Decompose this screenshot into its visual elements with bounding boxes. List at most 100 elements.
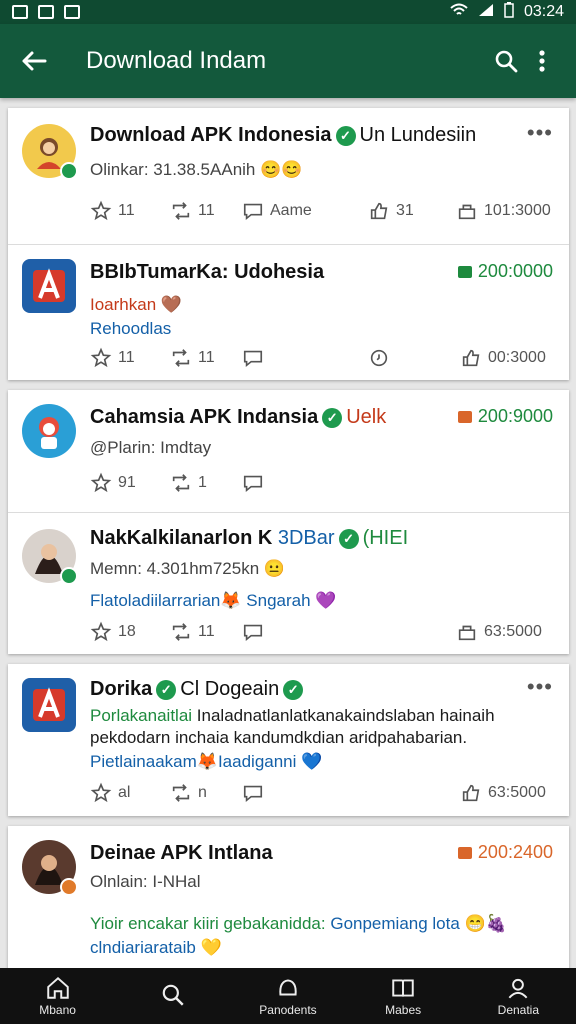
back-arrow-icon[interactable] (16, 43, 52, 79)
post-author-extra: 3DBar (277, 527, 335, 549)
post-author-name: NakKalkilanarlon K (90, 527, 273, 549)
repost-icon (172, 784, 190, 802)
nav-panodents[interactable]: Panodents (233, 975, 343, 1017)
history-button[interactable] (368, 347, 390, 369)
star-count: 11 (118, 349, 135, 366)
verified-badge-icon (60, 567, 78, 585)
like-button[interactable]: 31 (368, 200, 414, 222)
comment-button[interactable] (242, 347, 264, 369)
post-line: Ioarhkan (90, 295, 157, 314)
post-item[interactable]: Dorika ✓ Cl Dogeain ✓ ••• Porlakanaitlai In… (8, 664, 569, 816)
repost-button[interactable]: 11 (170, 621, 215, 643)
comment-icon (243, 350, 263, 368)
price-label: 200:0000 (477, 261, 553, 281)
nav-profile[interactable]: Denatia (463, 975, 573, 1017)
profile-icon (508, 978, 528, 999)
post-item[interactable]: Deinae APK Intlana 200:2400 Olnlain: I-N… (8, 826, 569, 968)
post-line-2: Gonpemiang lota (330, 914, 460, 933)
book-icon (392, 979, 414, 997)
price-label: 200:2400 (477, 842, 553, 862)
post-author-name: Download APK Indonesia (90, 124, 332, 146)
post-author-extra: Uelk (346, 406, 387, 428)
verified-check-icon: ✓ (283, 679, 304, 700)
emoji-icon: 🦊 (220, 591, 242, 610)
like-button[interactable]: 00:3000 (460, 347, 546, 369)
star-button[interactable]: 91 (90, 472, 136, 494)
star-count: 11 (118, 202, 135, 219)
verified-badge-icon (60, 162, 78, 180)
verified-check-icon: ✓ (335, 125, 356, 146)
post-actions: al n 63:5000 (90, 782, 550, 808)
star-button[interactable]: al (90, 782, 130, 804)
avatar[interactable] (22, 124, 78, 180)
emoji-icon: 😊😊 (260, 160, 303, 179)
overflow-menu-icon[interactable] (524, 43, 560, 79)
star-button[interactable]: 11 (90, 347, 135, 369)
app-icon-avatar[interactable] (22, 259, 76, 313)
share-icon (458, 204, 476, 220)
post-author-extra: Un Lundesiin (359, 124, 477, 146)
emoji-icon: 😁🍇 (464, 914, 507, 933)
star-icon (90, 782, 112, 803)
repost-button[interactable]: n (170, 782, 207, 804)
share-button[interactable]: 101:3000 (456, 200, 551, 222)
like-button[interactable]: 63:5000 (460, 782, 546, 804)
post-item[interactable]: NakKalkilanarlon K 3DBar ✓ (HIEI Memn: 4.3… (8, 513, 569, 654)
message-notification-icon (64, 5, 80, 19)
battery-icon (504, 1, 514, 23)
search-icon (162, 984, 184, 1006)
feed-card: Cahamsia APK Indansia ✓ Uelk 200:9000 @Pla… (8, 390, 569, 654)
post-line: Yioir encakar kiiri gebakanidda: (90, 914, 326, 933)
like-count: 31 (396, 202, 414, 219)
star-count: 91 (118, 474, 136, 491)
post-author-name: Dorika (90, 678, 153, 700)
gallery-notification-icon (12, 5, 28, 19)
comment-button[interactable] (242, 782, 264, 804)
app-icon-avatar[interactable] (22, 678, 76, 732)
comment-label: Aame (270, 202, 312, 219)
star-icon (90, 472, 112, 493)
share-button[interactable]: 63:5000 (456, 621, 542, 643)
signal-icon (478, 3, 494, 22)
repost-button[interactable]: 11 (170, 200, 215, 222)
comment-button[interactable] (242, 472, 264, 494)
avatar[interactable] (22, 840, 78, 896)
star-button[interactable]: 11 (90, 200, 135, 222)
repost-button[interactable]: 1 (170, 472, 207, 494)
verified-check-icon: ✓ (156, 679, 177, 700)
post-subtitle: Olinkar: 31.38.5AAnih (90, 160, 256, 179)
emoji-icon: 🦊 (196, 752, 218, 771)
post-author-name: Deinae APK Intlana (90, 842, 273, 864)
star-button[interactable]: 18 (90, 621, 136, 643)
emoji-icon: 💙 (301, 752, 323, 771)
post-line-2: Iaadiganni (217, 752, 297, 771)
nav-search[interactable] (118, 982, 228, 1010)
circle-icon (279, 979, 297, 996)
post-line: pekdodarn inchaia kandumdkdian aridpahab… (90, 728, 468, 747)
feed-card: Download APK Indonesia ✓ Un Lundesiin ••• … (8, 108, 569, 380)
emoji-icon: 💛 (200, 938, 222, 957)
search-icon[interactable] (488, 43, 524, 79)
post-item[interactable]: Download APK Indonesia ✓ Un Lundesiin ••• … (8, 108, 569, 244)
star-icon (90, 621, 112, 642)
clock-time: 03:24 (523, 3, 564, 20)
avatar[interactable] (22, 529, 78, 585)
post-item[interactable]: Cahamsia APK Indansia ✓ Uelk 200:9000 @Pla… (8, 390, 569, 512)
comment-icon (243, 203, 263, 221)
post-line-2: Inaladnatlanlatkanakaindslaban hainaih (196, 706, 495, 725)
more-options-icon[interactable]: ••• (527, 120, 553, 146)
feed-card: Deinae APK Intlana 200:2400 Olnlain: I-N… (8, 826, 569, 968)
avatar[interactable] (22, 404, 76, 458)
page-title: Download Indam (86, 47, 267, 74)
nav-mabes[interactable]: Mabes (348, 975, 458, 1017)
nav-home[interactable]: Mbano (3, 975, 113, 1017)
post-item[interactable]: BBIbTumarKa: Udohesia 200:0000 Ioarhkan … (8, 245, 569, 380)
comment-icon (243, 475, 263, 493)
like-icon (462, 784, 480, 802)
more-options-icon[interactable]: ••• (527, 674, 553, 700)
post-subtitle: @Plarin: Imdtay (90, 438, 212, 457)
comment-button[interactable]: Aame (242, 200, 312, 222)
status-bar: 03:24 (0, 0, 576, 24)
repost-button[interactable]: 11 (170, 347, 215, 369)
comment-button[interactable] (242, 621, 264, 643)
